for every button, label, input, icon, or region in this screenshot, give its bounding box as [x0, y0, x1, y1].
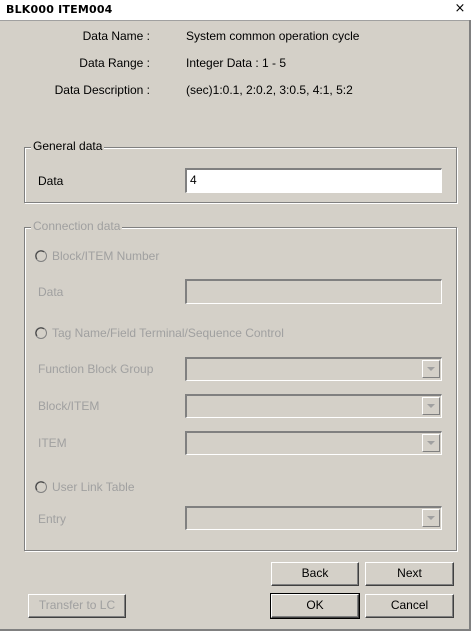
- function-block-group-label: Function Block Group: [38, 362, 154, 376]
- entry-select[interactable]: [185, 506, 442, 530]
- back-button[interactable]: Back: [271, 562, 359, 586]
- data-description-label: Data Description :: [54, 83, 150, 97]
- general-data-label: Data: [38, 174, 64, 188]
- data-range-value: Integer Data : 1 - 5: [186, 56, 287, 70]
- function-block-group-select[interactable]: [185, 357, 442, 381]
- block-item-select[interactable]: [185, 394, 442, 418]
- title-bar: BLK000 ITEM004 ×: [0, 0, 471, 21]
- tag-name-radio-icon[interactable]: [35, 327, 47, 339]
- item-label: ITEM: [38, 436, 67, 450]
- chevron-down-icon[interactable]: [422, 397, 440, 415]
- general-data-input[interactable]: 4: [185, 168, 442, 193]
- ok-button[interactable]: OK: [270, 593, 360, 619]
- connection-data-legend: Connection data: [31, 219, 123, 233]
- chevron-down-icon[interactable]: [422, 434, 440, 452]
- data-name-value: System common operation cycle: [186, 29, 360, 43]
- user-link-table-radio-icon[interactable]: [35, 481, 47, 493]
- close-icon[interactable]: ×: [453, 1, 467, 17]
- block-item-radio-icon[interactable]: [35, 250, 47, 262]
- data-range-label: Data Range :: [79, 56, 150, 70]
- connection-data-label: Data: [38, 285, 64, 299]
- chevron-down-icon[interactable]: [422, 509, 440, 527]
- next-button[interactable]: Next: [365, 562, 454, 586]
- item-select[interactable]: [185, 431, 442, 455]
- block-item-radio-label: Block/ITEM Number: [52, 249, 160, 263]
- data-description-value: (sec)1:0.1, 2:0.2, 3:0.5, 4:1, 5:2: [186, 83, 353, 97]
- entry-label: Entry: [38, 512, 67, 526]
- chevron-down-icon[interactable]: [422, 360, 440, 378]
- block-item-label: Block/ITEM: [38, 399, 100, 413]
- general-data-value: 4: [190, 173, 197, 187]
- data-name-label: Data Name :: [82, 29, 150, 43]
- window-title: BLK000 ITEM004: [6, 3, 113, 16]
- connection-data-group: Connection data: [24, 219, 457, 551]
- transfer-to-lc-button[interactable]: Transfer to LC: [28, 594, 126, 618]
- general-data-legend: General data: [31, 139, 105, 153]
- user-link-table-radio-label: User Link Table: [52, 480, 135, 494]
- tag-name-radio-label: Tag Name/Field Terminal/Sequence Control: [52, 326, 284, 340]
- connection-data-input[interactable]: [185, 279, 442, 304]
- cancel-button[interactable]: Cancel: [365, 594, 454, 618]
